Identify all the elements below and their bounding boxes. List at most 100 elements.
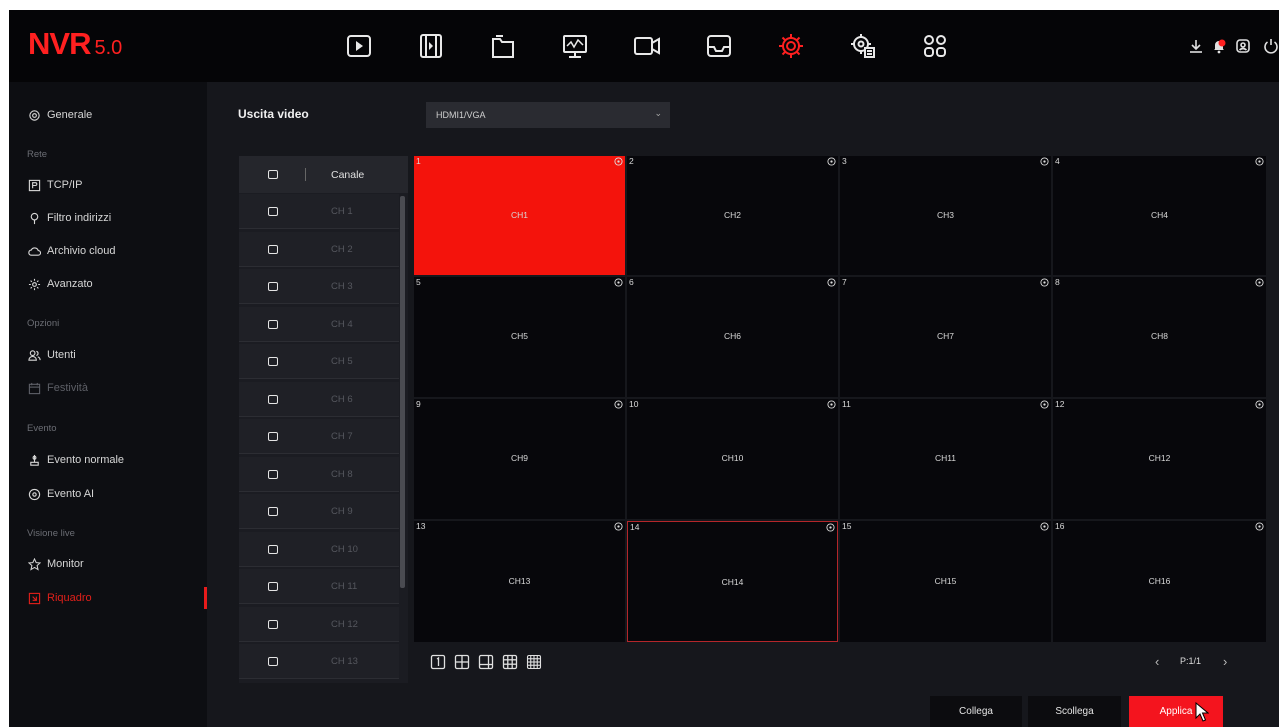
channel-tile[interactable]: 1 CH1 [414, 156, 625, 275]
split-9-icon[interactable] [502, 654, 518, 670]
tile-target-icon[interactable] [826, 523, 835, 532]
tile-target-icon[interactable] [614, 400, 623, 409]
tile-target-icon[interactable] [614, 157, 623, 166]
sidebar-item-label: Utenti [47, 349, 76, 361]
channel-row[interactable]: CH 11 [239, 569, 399, 604]
sidebar-item-filtro-indirizzi[interactable]: Filtro indirizzi [9, 206, 207, 230]
camera-icon[interactable] [629, 28, 665, 64]
film-icon[interactable] [413, 28, 449, 64]
channel-checkbox[interactable] [268, 207, 278, 216]
tile-target-icon[interactable] [1255, 278, 1264, 287]
channel-row[interactable]: CH 7 [239, 419, 399, 454]
channel-checkbox[interactable] [268, 244, 278, 254]
split-6-icon[interactable] [478, 654, 494, 670]
connect-button[interactable]: Collega [930, 696, 1022, 727]
channel-tile[interactable]: 11 CH11 [840, 399, 1051, 519]
page-prev-button[interactable]: ‹ [1155, 654, 1159, 669]
channel-tile[interactable]: 5 CH5 [414, 277, 625, 397]
channel-row[interactable]: CH 2 [239, 231, 399, 267]
sidebar-item-archivio-cloud[interactable]: Archivio cloud [9, 239, 207, 263]
channel-row[interactable]: CH 4 [239, 306, 399, 342]
alarm-bell-icon[interactable] [1209, 36, 1229, 56]
chevron-down-icon: ⌄ [654, 108, 662, 118]
tile-target-icon[interactable] [827, 400, 836, 409]
sidebar-item-generale[interactable]: Generale [9, 103, 207, 127]
channel-list-scrollbar[interactable] [400, 196, 405, 588]
tile-target-icon[interactable] [1040, 522, 1049, 531]
sidebar-item-utenti[interactable]: Utenti [9, 343, 207, 367]
channel-row[interactable]: CH 5 [239, 344, 399, 379]
split-16-icon[interactable] [526, 654, 542, 670]
channel-tile[interactable]: 9 CH9 [414, 399, 625, 519]
storage-tray-icon[interactable] [701, 28, 737, 64]
page-next-button[interactable]: › [1223, 654, 1227, 669]
channel-row[interactable]: CH 13 [239, 644, 399, 679]
tile-target-icon[interactable] [1255, 400, 1264, 409]
channel-checkbox[interactable] [268, 619, 278, 629]
channel-checkbox[interactable] [268, 394, 278, 404]
files-icon[interactable] [485, 28, 521, 64]
channel-row[interactable]: CH 3 [239, 269, 399, 304]
download-icon[interactable] [1186, 36, 1206, 56]
channel-tile[interactable]: 4 CH4 [1053, 156, 1266, 275]
disconnect-button[interactable]: Scollega [1028, 696, 1121, 727]
channel-tile[interactable]: 2 CH2 [627, 156, 838, 275]
tile-target-icon[interactable] [614, 278, 623, 287]
tile-number: 9 [416, 399, 421, 409]
channel-tile[interactable]: 15 CH15 [840, 521, 1051, 642]
apps-grid-icon[interactable] [917, 28, 953, 64]
select-all-checkbox[interactable] [268, 170, 278, 179]
sidebar-item-evento-normale[interactable]: Evento normale [9, 448, 207, 472]
channel-tile[interactable]: 16 CH16 [1053, 521, 1266, 642]
channel-tile[interactable]: 14 CH14 [627, 521, 838, 642]
power-icon[interactable] [1261, 36, 1279, 56]
tile-target-icon[interactable] [827, 157, 836, 166]
channel-checkbox[interactable] [268, 507, 278, 516]
channel-tile[interactable]: 6 CH6 [627, 277, 838, 397]
channel-checkbox[interactable] [268, 319, 278, 329]
sidebar-section-opzioni: Opzioni [27, 318, 60, 329]
channel-row[interactable]: CH 1 [239, 194, 399, 229]
split-4-icon[interactable] [454, 654, 470, 670]
sidebar-item-evento-ai[interactable]: Evento AI [9, 482, 207, 506]
channel-row[interactable]: CH 9 [239, 494, 399, 529]
channel-checkbox[interactable] [268, 544, 278, 554]
channel-checkbox[interactable] [268, 469, 278, 479]
channel-row[interactable]: CH 10 [239, 531, 399, 567]
sidebar-item-festivita[interactable]: Festività [9, 376, 207, 400]
maintenance-gear-icon[interactable] [845, 28, 881, 64]
settings-gear-icon[interactable] [773, 28, 809, 64]
channel-tile[interactable]: 7 CH7 [840, 277, 1051, 397]
tile-target-icon[interactable] [1255, 522, 1264, 531]
channel-row[interactable]: CH 6 [239, 381, 399, 417]
sidebar-item-avanzato[interactable]: Avanzato [9, 272, 207, 296]
channel-checkbox[interactable] [268, 582, 278, 591]
channel-checkbox[interactable] [268, 282, 278, 291]
channel-checkbox[interactable] [268, 357, 278, 366]
tile-target-icon[interactable] [1040, 278, 1049, 287]
sidebar-item-riquadro[interactable]: Riquadro [9, 586, 207, 610]
channel-checkbox[interactable] [268, 657, 278, 666]
channel-tile[interactable]: 10 CH10 [627, 399, 838, 519]
tile-target-icon[interactable] [827, 278, 836, 287]
channel-checkbox[interactable] [268, 432, 278, 441]
sidebar-item-tcpip[interactable]: TCP/IP [9, 173, 207, 197]
tile-target-icon[interactable] [1040, 157, 1049, 166]
sidebar-item-monitor[interactable]: Monitor [9, 552, 207, 576]
tile-channel-label: CH1 [510, 209, 528, 220]
tile-target-icon[interactable] [614, 522, 623, 531]
system-monitor-icon[interactable] [557, 28, 593, 64]
tile-number: 5 [416, 277, 421, 287]
channel-row[interactable]: CH 12 [239, 606, 399, 642]
channel-tile[interactable]: 12 CH12 [1053, 399, 1266, 519]
playback-icon[interactable] [341, 28, 377, 64]
channel-row[interactable]: CH 8 [239, 456, 399, 492]
channel-tile[interactable]: 8 CH8 [1053, 277, 1266, 397]
channel-tile[interactable]: 3 CH3 [840, 156, 1051, 275]
split-1-icon[interactable] [430, 654, 446, 670]
channel-tile[interactable]: 13 CH13 [414, 521, 625, 642]
tile-target-icon[interactable] [1040, 400, 1049, 409]
video-output-select[interactable]: HDMI1/VGA ⌄ [426, 102, 670, 128]
user-icon[interactable] [1233, 36, 1253, 56]
tile-target-icon[interactable] [1255, 157, 1264, 166]
